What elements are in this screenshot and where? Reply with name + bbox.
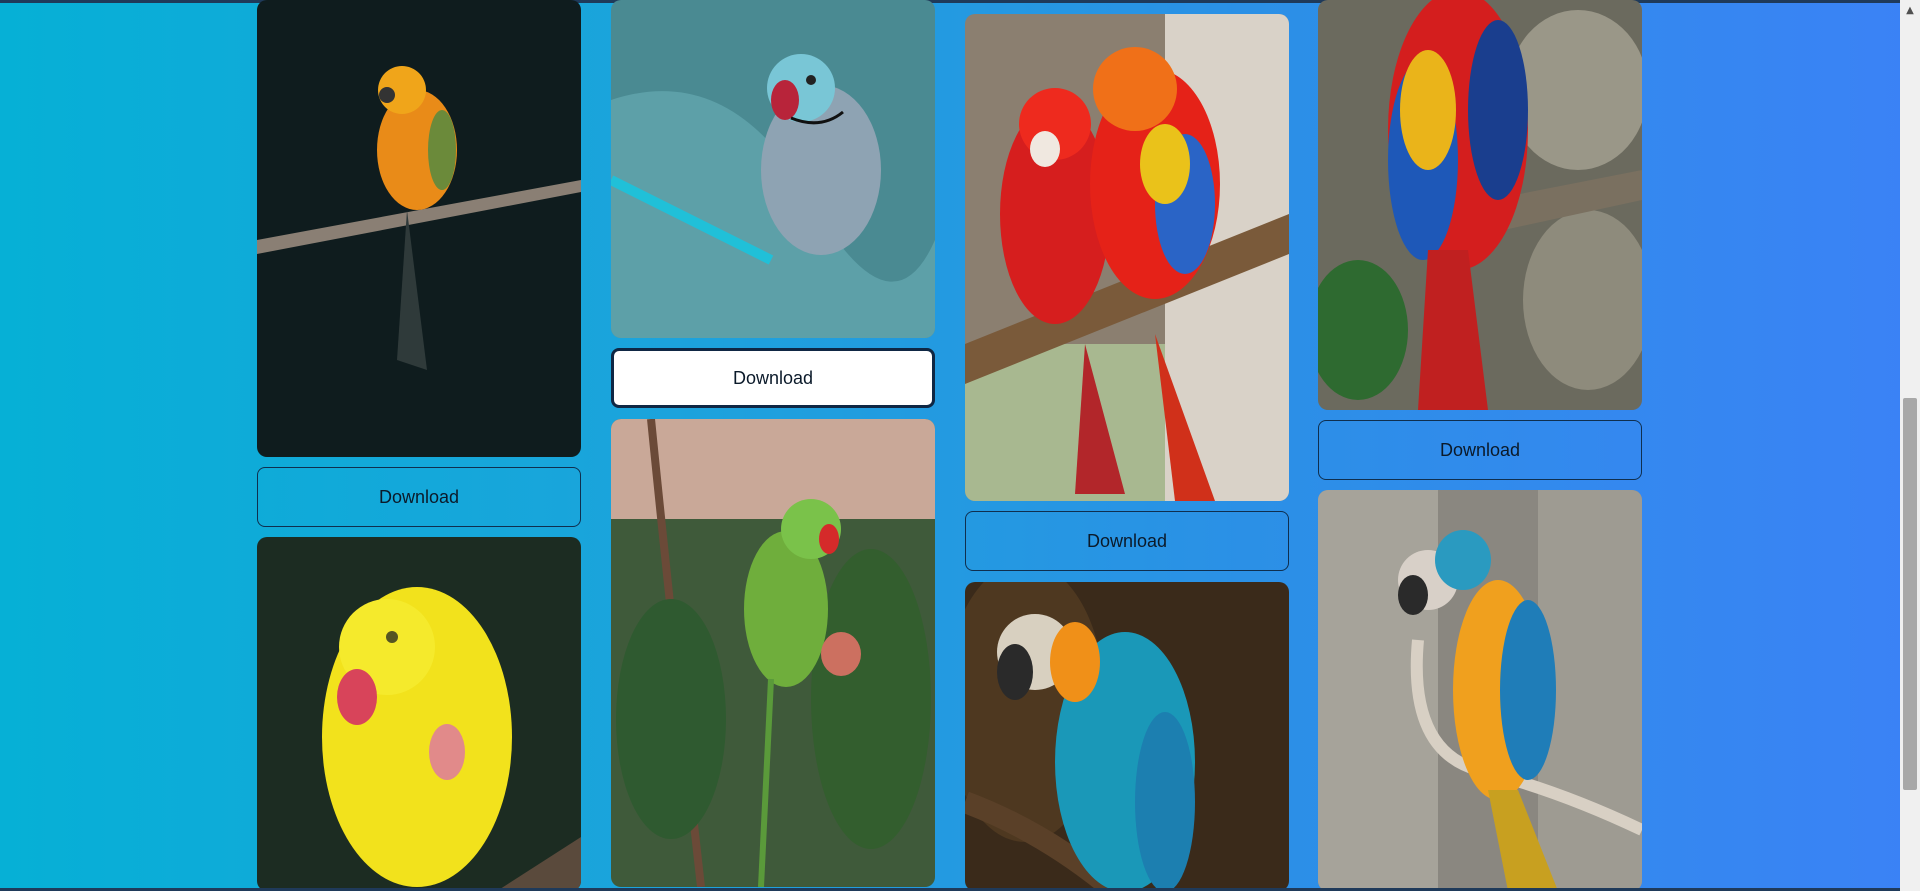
page: Download Download Download Download ▲	[0, 0, 1920, 891]
parrot-image-blue-gold-macaw[interactable]	[965, 582, 1289, 891]
download-button[interactable]: Download	[1318, 420, 1642, 480]
parrot-image-scarlet-macaws[interactable]	[965, 14, 1289, 501]
parrot-image-sun-conure[interactable]	[257, 0, 581, 457]
chevron-up-icon[interactable]: ▲	[1900, 0, 1920, 20]
download-button[interactable]: Download	[965, 511, 1289, 571]
parrot-image-scarlet-macaw-rock[interactable]	[1318, 0, 1642, 410]
vertical-scrollbar[interactable]: ▲	[1900, 0, 1920, 891]
parrot-image-blue-ringneck[interactable]	[611, 0, 935, 338]
scrollbar-thumb[interactable]	[1903, 398, 1917, 790]
download-button[interactable]: Download	[257, 467, 581, 527]
download-button-focused[interactable]: Download	[611, 348, 935, 408]
image-gallery: Download Download Download Download	[0, 0, 1900, 891]
parrot-image-yellow-parakeet[interactable]	[257, 537, 581, 891]
parrot-image-green-parakeet[interactable]	[611, 419, 935, 887]
parrot-image-blue-gold-macaw-stone[interactable]	[1318, 490, 1642, 891]
